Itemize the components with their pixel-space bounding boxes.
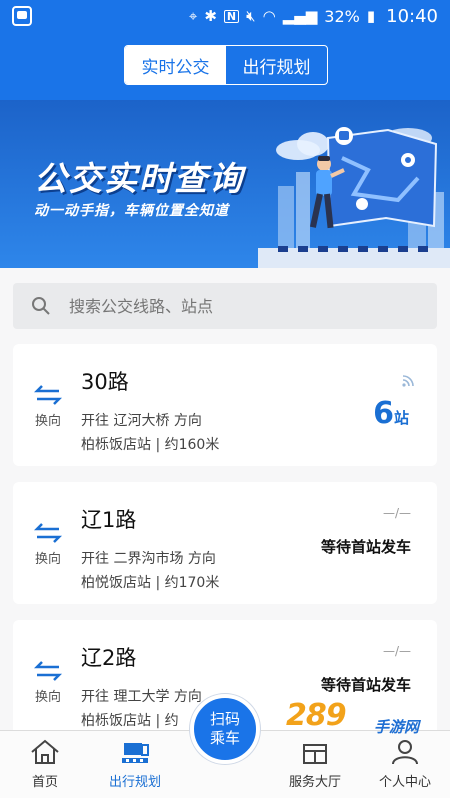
- route-name: 辽1路: [81, 508, 137, 532]
- route-direction: 开往 理工大学 方向: [81, 689, 202, 705]
- search-input[interactable]: [69, 296, 389, 316]
- route-direction: 开往 辽河大桥 方向: [81, 413, 202, 429]
- eta-placeholder: —/—: [382, 644, 411, 658]
- route-name: 30路: [81, 370, 129, 394]
- tab-realtime-bus[interactable]: 实时公交: [125, 46, 226, 84]
- swap-label: 换向: [34, 414, 61, 429]
- profile-icon: [392, 740, 418, 765]
- nav-trip-planning[interactable]: 出行规划: [90, 731, 180, 798]
- route-stop: 柏悦饭店站 | 约170米: [81, 575, 220, 591]
- mode-switch: 实时公交 出行规划: [124, 45, 328, 85]
- watermark-text: 手游网: [374, 718, 420, 736]
- banner-illustration: [258, 127, 450, 268]
- tab-trip-planning[interactable]: 出行规划: [226, 46, 327, 84]
- route-list-area: 换向 30路 开往 辽河大桥 方向 柏栎饭店站 | 约160米 6站 换向 辽1…: [0, 268, 450, 742]
- scan-label-line2: 乘车: [209, 729, 240, 747]
- nav-home[interactable]: 首页: [0, 731, 90, 798]
- route-card[interactable]: 换向 30路 开往 辽河大桥 方向 柏栎饭店站 | 约160米 6站: [13, 344, 437, 466]
- realtime-signal-icon: [402, 375, 414, 387]
- notification-app-icon: [12, 6, 32, 26]
- banner-title: 公交实时查询: [34, 159, 244, 198]
- route-direction: 开往 二界沟市场 方向: [81, 551, 216, 567]
- eta-unit: 站: [393, 409, 409, 427]
- location-icon: ⌖: [188, 6, 198, 25]
- eta-number: 6: [373, 396, 394, 431]
- nav-label: 首页: [31, 775, 58, 790]
- eta-status: 等待首站发车: [320, 538, 411, 556]
- mute-icon: 🔇︎: [246, 6, 256, 25]
- eta-status: 等待首站发车: [320, 676, 411, 694]
- route-card[interactable]: 换向 辽1路 开往 二界沟市场 方向 柏悦饭店站 | 约170米 —/— 等待首…: [13, 482, 437, 604]
- status-bar: ⌖ ✱ N 🔇︎ ◠ ▂▄▆ 32% ▮ 10:40: [0, 0, 450, 32]
- battery-percent: 32%: [324, 6, 360, 26]
- watermark-number: 289: [286, 698, 347, 733]
- battery-icon: ▮: [366, 6, 376, 25]
- nav-label: 个人中心: [378, 775, 431, 790]
- nav-label: 出行规划: [108, 775, 161, 790]
- wifi-icon: ◠: [262, 6, 276, 25]
- eta-stops: 6站: [373, 396, 409, 431]
- eta-placeholder: —/—: [382, 506, 411, 520]
- status-indicators: ⌖ ✱ N 🔇︎ ◠ ▂▄▆ 32% ▮ 10:40: [189, 6, 438, 27]
- scan-to-ride-button[interactable]: 扫码 乘车: [190, 694, 260, 764]
- clock: 10:40: [386, 5, 438, 27]
- route-plan-icon: [122, 743, 149, 763]
- site-watermark: 289 手游网: [286, 698, 436, 742]
- swap-label: 换向: [34, 690, 61, 705]
- swap-direction-button[interactable]: 换向: [28, 660, 68, 705]
- home-icon: [31, 739, 59, 764]
- search-icon: [32, 297, 50, 315]
- swap-arrows-icon: [34, 523, 62, 543]
- swap-arrows-icon: [34, 385, 62, 405]
- swap-label: 换向: [34, 552, 61, 567]
- service-hall-icon: [303, 744, 327, 764]
- route-stop: 柏栎饭店站 | 约160米: [81, 437, 220, 453]
- scan-label-line1: 扫码: [209, 710, 240, 728]
- bluetooth-icon: ✱: [204, 6, 217, 25]
- signal-icon: ▂▄▆: [282, 6, 318, 25]
- swap-direction-button[interactable]: 换向: [28, 384, 68, 429]
- swap-arrows-icon: [34, 661, 62, 681]
- swap-direction-button[interactable]: 换向: [28, 522, 68, 567]
- banner-subtitle: 动一动手指，车辆位置全知道: [34, 203, 229, 219]
- promo-banner[interactable]: 公交实时查询 动一动手指，车辆位置全知道: [0, 100, 450, 268]
- route-stop: 柏栎饭店站 | 约: [81, 713, 179, 729]
- nav-label: 服务大厅: [288, 775, 341, 790]
- route-name: 辽2路: [81, 646, 137, 670]
- top-header: 实时公交 出行规划: [0, 32, 450, 100]
- search-bar[interactable]: [13, 283, 437, 329]
- nfc-icon: N: [223, 9, 240, 23]
